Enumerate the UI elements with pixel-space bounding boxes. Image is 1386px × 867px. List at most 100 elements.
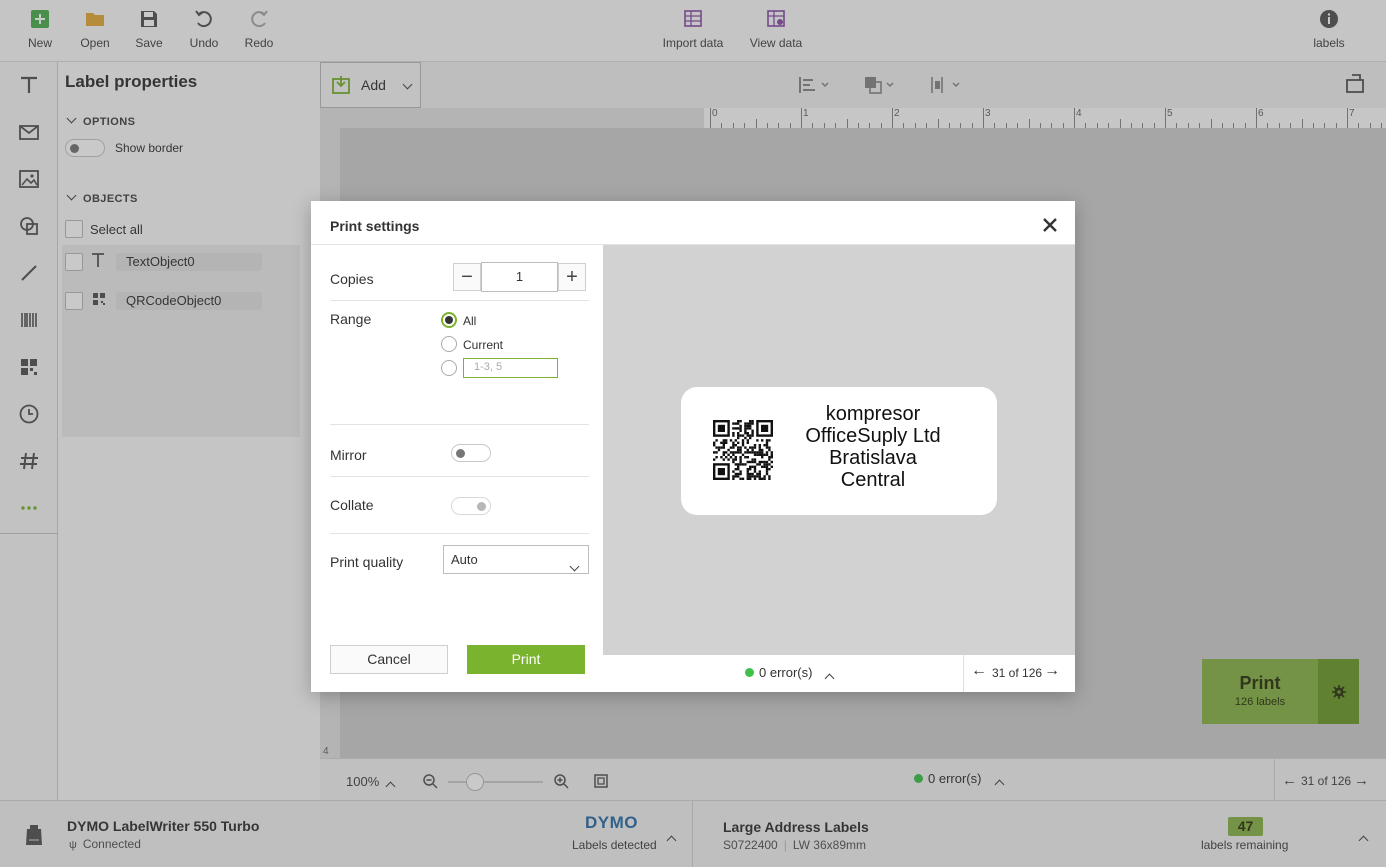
qr-module [753,446,757,449]
qr-module [768,448,771,452]
qr-module [722,441,725,444]
qr-module [737,446,740,449]
qr-module [739,434,742,437]
qr-module [744,436,747,440]
qr-module [739,477,742,480]
qr-module [746,451,749,454]
arrow-left-icon[interactable]: ← [971,662,987,680]
range-all-radio[interactable] [441,312,457,328]
qr-module [734,468,737,471]
qr-module [768,477,771,480]
status-dot [745,668,754,677]
qr-module [741,444,745,447]
qr-module [713,458,716,461]
label-line: Central [840,469,906,491]
qr-module [746,456,749,459]
qr-module [751,448,754,452]
qr-module [761,448,764,452]
label-preview: kompresor OfficeSuply Ltd Bratislava Cen… [603,245,1075,655]
qr-module [758,463,761,466]
qr-module [765,472,769,476]
qr-module [732,446,735,449]
qr-module [744,432,747,435]
close-icon[interactable] [1041,216,1059,234]
plus-icon: + [566,266,578,288]
cancel-button[interactable]: Cancel [330,645,448,674]
qr-module [732,458,735,461]
mirror-label: Mirror [330,447,367,463]
qr-module [732,451,735,454]
range-current-radio[interactable] [441,336,457,352]
dialog-error-text: 0 error(s) [759,665,813,680]
qr-module [746,434,749,437]
qr-module [732,475,735,478]
qr-module [737,436,740,440]
qr-module [768,456,771,459]
chevron-up-icon[interactable] [824,669,835,684]
range-custom-radio[interactable] [441,360,457,376]
decrement-copies-button[interactable]: − [453,263,481,291]
qr-module [739,448,742,452]
qr-module [725,451,728,454]
qr-module [737,434,740,437]
qr-module [765,453,769,456]
qr-module [739,472,742,476]
qr-module [763,465,766,468]
qr-module [737,432,740,435]
qr-module [758,477,761,480]
qr-module [732,427,735,430]
qr-module [734,451,737,454]
qr-module [756,439,759,442]
qr-module [756,463,759,466]
qr-module [749,446,752,449]
label-line: OfficeSuply Ltd [805,425,941,447]
qr-module [756,451,759,454]
qr-module [720,456,723,459]
qr-module [765,470,769,473]
qr-module [744,424,747,428]
qr-module [758,453,761,456]
qr-module [758,472,761,476]
qr-module [741,477,745,480]
row-divider [330,476,589,477]
qr-module [729,456,733,459]
print-button[interactable]: Print [467,645,585,674]
qr-module [741,463,745,466]
label-line: kompresor [825,403,921,425]
qr-module [744,422,747,425]
qr-module [732,477,735,480]
qr-module [765,441,769,444]
qr-module [739,451,742,454]
arrow-right-icon[interactable]: → [1044,662,1060,680]
qr-module [751,420,754,423]
qr-module [768,446,771,449]
qr-module [768,475,771,478]
qr-module [749,427,752,430]
qr-module [732,434,735,437]
qr-module [725,456,728,459]
qr-module [765,465,769,468]
qr-module [725,441,728,444]
qr-module [734,475,737,478]
qr-module [734,463,737,466]
qr-module [761,451,764,454]
qr-module [749,436,752,440]
range-custom-input[interactable]: 1-3, 5 [463,358,558,378]
qr-module [727,448,730,452]
qr-module [717,468,725,476]
qr-module [753,465,757,468]
qr-module [761,465,764,468]
mirror-toggle[interactable] [451,444,491,462]
qr-module [749,475,752,478]
copies-input[interactable]: 1 [481,262,558,292]
qr-module [739,424,742,428]
collate-toggle[interactable] [451,497,491,515]
dialog-footer: 0 error(s) ← 31 of 126 → [603,655,1075,692]
range-label: Range [330,311,372,327]
qr-module [739,458,742,461]
dialog-error-status[interactable]: 0 error(s) [745,665,812,680]
qr-module [753,470,757,473]
increment-copies-button[interactable]: + [558,263,586,291]
print-quality-select[interactable]: Auto [443,545,589,574]
qr-module [749,472,752,476]
